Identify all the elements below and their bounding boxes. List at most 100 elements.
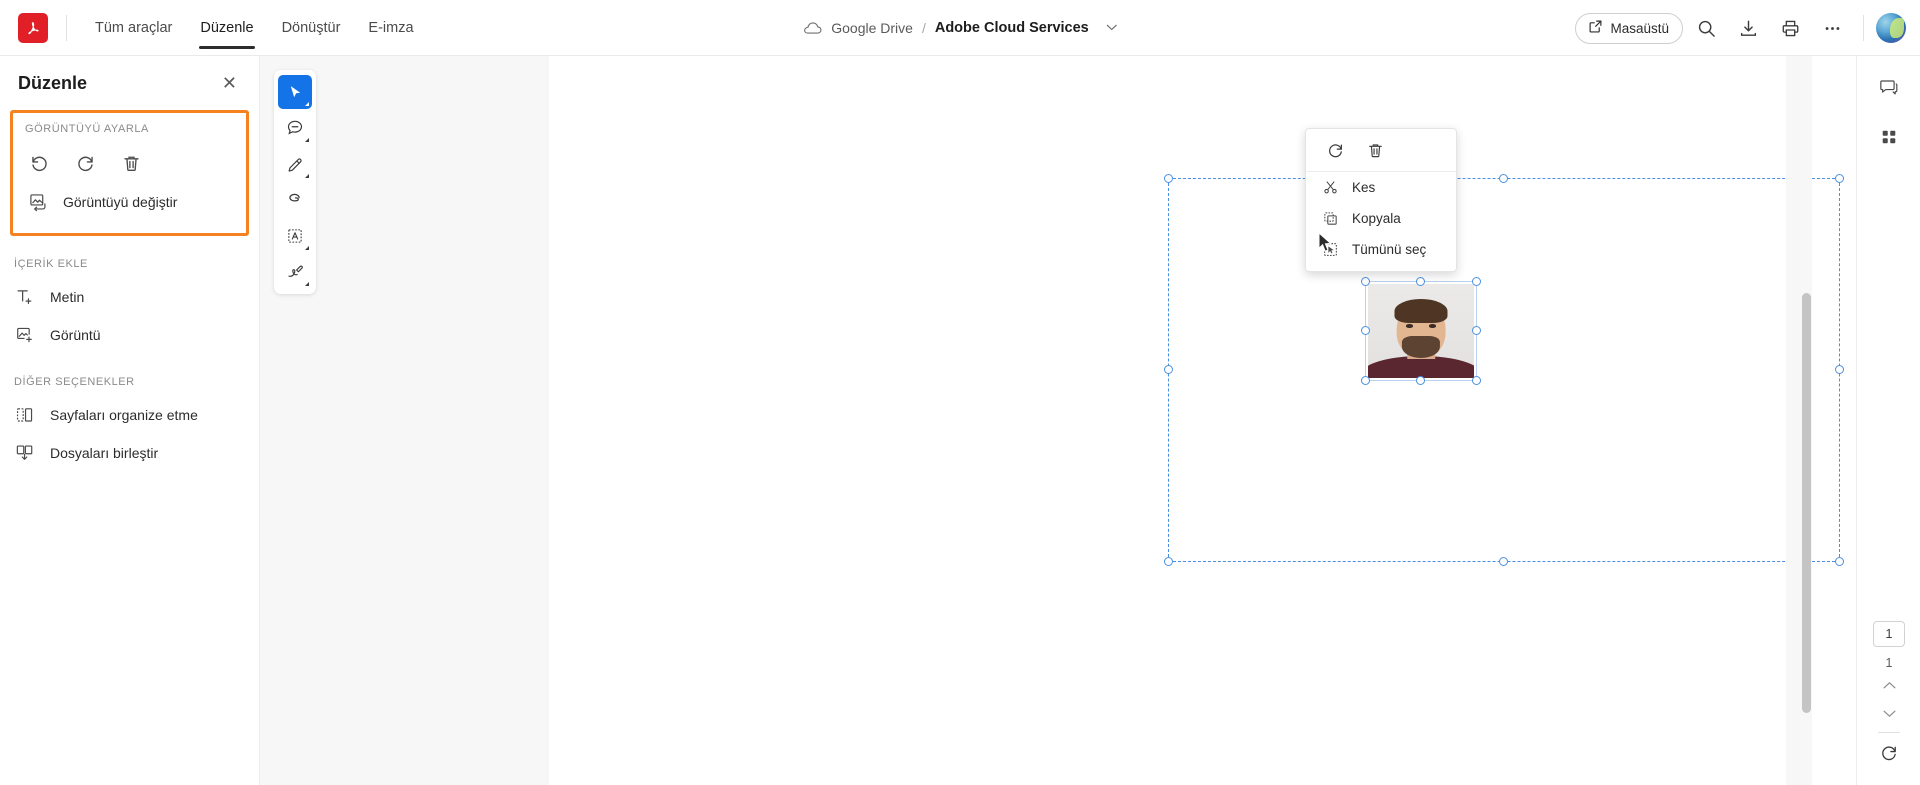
edit-panel: Düzenle ✕ GÖRÜNTÜYÜ AYARLA Görüntüyü değ…: [0, 56, 260, 785]
organize-pages-item[interactable]: Sayfaları organize etme: [0, 396, 259, 434]
image-selection-frame[interactable]: [1164, 174, 1844, 566]
main-tabs: Tüm araçlar Düzenle Dönüştür E-imza: [81, 0, 428, 56]
resize-handle[interactable]: [1835, 365, 1844, 374]
breadcrumb-cloud-label[interactable]: Google Drive: [831, 20, 913, 36]
tool-dropdown-corner-icon: [305, 282, 309, 286]
selected-image[interactable]: [1361, 277, 1481, 385]
highlight-tool[interactable]: [278, 147, 312, 181]
delete-icon[interactable]: [1362, 138, 1388, 162]
pdf-page[interactable]: [549, 56, 1844, 785]
resize-handle[interactable]: [1835, 557, 1844, 566]
portrait-photo: [1368, 284, 1474, 378]
tab-all-tools[interactable]: Tüm araçlar: [81, 0, 186, 56]
image-resize-handle[interactable]: [1361, 277, 1370, 286]
download-icon[interactable]: [1729, 9, 1767, 47]
adjust-image-section-highlight: GÖRÜNTÜYÜ AYARLA Görüntüyü değiştir: [10, 110, 249, 236]
print-icon[interactable]: [1771, 9, 1809, 47]
current-page-input[interactable]: 1: [1873, 621, 1905, 647]
close-icon[interactable]: ✕: [218, 72, 241, 94]
photo-eye-left: [1406, 324, 1413, 328]
image-resize-handle[interactable]: [1472, 326, 1481, 335]
tab-label: Dönüştür: [281, 19, 341, 36]
page-navigation: 1 1: [1857, 621, 1920, 767]
more-options-icon[interactable]: [1813, 9, 1851, 47]
signature-tool[interactable]: [278, 255, 312, 289]
right-rail: 1 1: [1856, 56, 1920, 785]
tool-dropdown-corner-icon: [305, 246, 309, 250]
comments-panel-icon[interactable]: [1870, 68, 1908, 106]
image-resize-handle[interactable]: [1472, 277, 1481, 286]
top-divider: [1863, 15, 1864, 41]
context-menu-label: Kes: [1352, 180, 1376, 195]
add-image-label: Görüntü: [50, 327, 101, 343]
add-image-item[interactable]: Görüntü: [0, 316, 259, 354]
combine-files-item[interactable]: Dosyaları birleştir: [0, 434, 259, 472]
chevron-down-icon[interactable]: [1874, 700, 1904, 726]
avatar[interactable]: [1876, 13, 1906, 43]
rotate-left-icon[interactable]: [19, 145, 59, 181]
context-menu-item-cut[interactable]: Kes: [1306, 172, 1456, 203]
desktop-button-label: Masaüstü: [1610, 20, 1669, 36]
adjust-image-section-label: GÖRÜNTÜYÜ AYARLA: [25, 123, 149, 135]
tab-convert[interactable]: Dönüştür: [268, 0, 355, 56]
tool-strip-area: [260, 56, 549, 785]
select-tool[interactable]: [278, 75, 312, 109]
resize-handle[interactable]: [1499, 557, 1508, 566]
tab-label: E-imza: [368, 19, 414, 36]
chevron-up-icon[interactable]: [1874, 672, 1904, 698]
context-menu-icon-row: [1306, 129, 1456, 172]
tab-edit[interactable]: Düzenle: [186, 0, 267, 56]
document-title: Adobe Cloud Services: [934, 19, 1089, 36]
replace-image-button[interactable]: Görüntüyü değiştir: [13, 183, 246, 221]
image-resize-handle[interactable]: [1416, 277, 1425, 286]
image-resize-handle[interactable]: [1361, 376, 1370, 385]
context-menu-item-select-all[interactable]: Tümünü seç: [1306, 234, 1456, 265]
add-text-box-tool[interactable]: [278, 219, 312, 253]
tool-dropdown-corner-icon: [305, 138, 309, 142]
photo-hair: [1394, 299, 1448, 324]
rotate-right-icon[interactable]: [65, 145, 105, 181]
other-options-section-label: DİĞER SEÇENEKLER: [14, 376, 135, 388]
resize-handle[interactable]: [1164, 557, 1173, 566]
scrollbar-thumb[interactable]: [1802, 293, 1811, 713]
delete-icon[interactable]: [111, 145, 151, 181]
context-menu-label: Kopyala: [1352, 211, 1401, 226]
select-all-icon: [1322, 242, 1339, 257]
draw-tool[interactable]: [278, 183, 312, 217]
image-resize-handle[interactable]: [1472, 376, 1481, 385]
image-resize-handle[interactable]: [1416, 376, 1425, 385]
panel-title: Düzenle: [18, 72, 88, 93]
resize-handle[interactable]: [1835, 174, 1844, 183]
image-resize-handle[interactable]: [1361, 326, 1370, 335]
add-text-item[interactable]: Metin: [0, 278, 259, 316]
copy-icon: [1322, 211, 1339, 226]
add-image-icon: [14, 325, 36, 345]
top-right-actions: Masaüstü: [1575, 0, 1906, 56]
chevron-down-icon[interactable]: [1106, 24, 1117, 31]
context-menu-label: Tümünü seç: [1352, 242, 1427, 257]
add-text-label: Metin: [50, 289, 85, 305]
resize-handle[interactable]: [1499, 174, 1508, 183]
search-icon[interactable]: [1687, 9, 1725, 47]
vertical-scrollbar[interactable]: [1801, 56, 1812, 785]
rotate-right-icon[interactable]: [1322, 138, 1348, 162]
cut-icon: [1322, 180, 1339, 195]
total-pages-label: 1: [1885, 656, 1893, 670]
all-tools-grid-icon[interactable]: [1870, 118, 1908, 156]
rotate-page-icon[interactable]: [1874, 739, 1904, 767]
photo-shoulders: [1368, 356, 1474, 378]
organize-pages-icon: [14, 405, 36, 425]
vertical-toolbar: [274, 70, 316, 294]
resize-handle[interactable]: [1164, 174, 1173, 183]
add-content-section-label: İÇERİK EKLE: [14, 258, 88, 270]
tab-esign[interactable]: E-imza: [354, 0, 427, 56]
cloud-icon: [803, 21, 822, 35]
open-in-desktop-button[interactable]: Masaüstü: [1575, 12, 1683, 44]
resize-handle[interactable]: [1164, 365, 1173, 374]
context-menu-item-copy[interactable]: Kopyala: [1306, 203, 1456, 234]
image-context-menu: Kes Kopyala Tümünü seç: [1305, 128, 1457, 272]
comment-tool[interactable]: [278, 111, 312, 145]
breadcrumb-separator: /: [921, 19, 926, 36]
tool-dropdown-corner-icon: [305, 102, 309, 106]
adobe-acrobat-logo[interactable]: [18, 12, 48, 43]
